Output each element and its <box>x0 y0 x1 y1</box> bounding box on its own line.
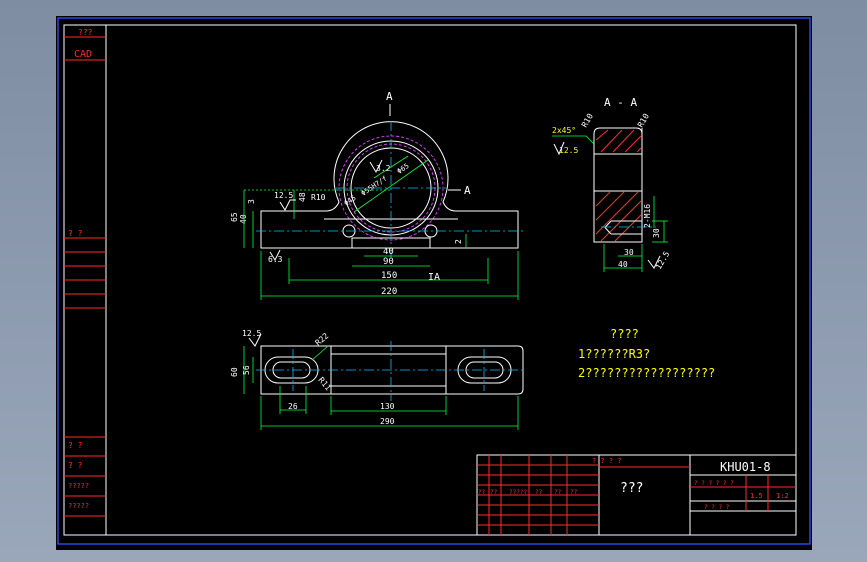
dim-40-height: 40 <box>239 214 248 224</box>
section-chamfer: 2x45° <box>552 126 576 135</box>
dim-3: 3 <box>247 199 256 204</box>
strip-low1-label: ? ? <box>68 441 83 450</box>
strip-low3-label: ????? <box>68 482 89 490</box>
plan-r11: R11 <box>316 376 332 393</box>
title-row-a: ? ? ? ? ? ? <box>694 480 734 487</box>
plan-26: 26 <box>288 402 298 411</box>
roughness-12-5: 12.5 <box>274 191 293 200</box>
strip-low2-label: ? ? <box>68 461 83 470</box>
plan-130: 130 <box>380 402 395 411</box>
left-strip: ??? CAD ? ? ? ? ? ? ????? ????? <box>64 28 106 517</box>
front-view: A A 150 220 40 90 40 65 3 48 R10 12.5 6.… <box>230 90 526 300</box>
strip-mid-label: ? ? <box>68 229 83 238</box>
cad-drawing: ??? CAD ? ? ? ? ? ? ????? ????? A A 150 … <box>57 17 811 545</box>
strip-cad-label: CAD <box>74 49 92 60</box>
cell-2: ?? <box>490 489 498 496</box>
drawing-name: ??? <box>620 481 643 496</box>
scale-ratio: 1:2 <box>776 492 789 500</box>
drawing-number: KHU01-8 <box>720 460 771 474</box>
section-r10a: R10 <box>580 112 595 129</box>
plan-60: 60 <box>230 367 239 377</box>
strip-low4-label: ????? <box>68 502 89 510</box>
dim-40: 40 <box>383 247 394 257</box>
cell-5: ?? <box>554 489 562 496</box>
dim-90: 90 <box>383 257 394 267</box>
scale-weight: 1.5 <box>750 492 763 500</box>
dim-150: 150 <box>381 271 397 281</box>
cell-1: ?? <box>478 489 486 496</box>
plan-56: 56 <box>242 365 251 375</box>
section-m16: 2-M16 <box>643 204 652 228</box>
cell-6: ?? <box>570 489 578 496</box>
title-block-header: ? ? ? ? <box>592 457 622 465</box>
title-block: ? ? ? ? ?? ?? ????? ?? ?? ?? ??? KHU01-8… <box>476 454 797 536</box>
sheet-info: ? ? ? ? <box>704 504 730 511</box>
dim-r10: R10 <box>311 193 326 202</box>
notes-line-2: 2?????????????????? <box>578 366 715 380</box>
section-30h: 30 <box>624 248 634 257</box>
dim-48: 48 <box>298 192 307 202</box>
tech-notes: ???? 1??????R3? 2?????????????????? <box>578 327 715 380</box>
notes-line-1: 1??????R3? <box>578 347 650 361</box>
section-12-5: 12.5 <box>654 250 672 271</box>
cell-4: ?? <box>535 489 543 496</box>
section-title: A - A <box>604 96 637 109</box>
drawing-viewport[interactable]: ??? CAD ? ? ? ? ? ? ????? ????? A A 150 … <box>56 16 812 550</box>
section-40: 40 <box>618 260 628 269</box>
strip-top-label: ??? <box>78 28 93 37</box>
section-30v: 30 <box>652 228 661 238</box>
plan-view: 12.5 R22 R11 60 56 26 130 290 <box>230 329 526 430</box>
dim-220: 220 <box>381 287 397 297</box>
section-hatch-top <box>595 129 642 153</box>
section-view: A - A 2x45° 12.5 R10 R10 2-M16 30 30 40 … <box>552 96 671 272</box>
dim-65-height: 65 <box>230 212 239 222</box>
plan-290: 290 <box>380 417 395 426</box>
front-section-mark-top: A <box>386 90 393 103</box>
notes-title: ???? <box>610 327 639 341</box>
plan-roughness: 12.5 <box>242 329 261 338</box>
dim-2: 2 <box>454 239 463 244</box>
plan-r22: R22 <box>314 331 331 347</box>
front-bottom-mark: IA <box>428 272 440 283</box>
front-section-mark-side: A <box>464 184 471 197</box>
section-r10b: R10 <box>636 112 651 129</box>
cell-3: ????? <box>509 489 527 496</box>
